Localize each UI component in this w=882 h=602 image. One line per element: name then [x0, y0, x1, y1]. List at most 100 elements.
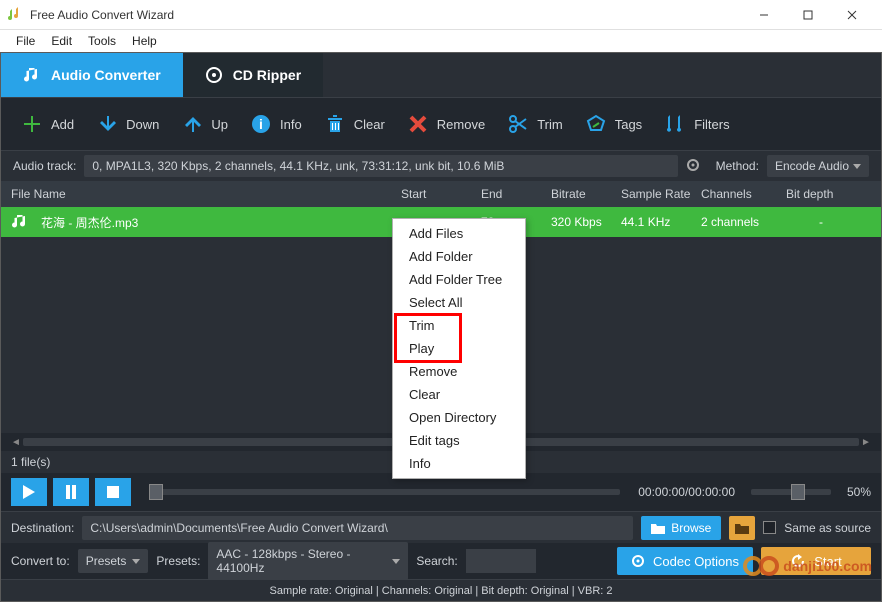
cell-bit-depth: -: [786, 215, 856, 229]
convert-to-dropdown[interactable]: Presets: [78, 549, 149, 573]
volume-percent: 50%: [837, 485, 871, 499]
col-end[interactable]: End: [481, 187, 551, 201]
ctx-clear[interactable]: Clear: [393, 383, 525, 406]
open-folder-button[interactable]: [729, 516, 755, 540]
cell-sample-rate: 44.1 KHz: [621, 215, 701, 229]
chevron-down-icon: [392, 559, 400, 564]
destination-label: Destination:: [11, 521, 74, 535]
same-as-source-checkbox[interactable]: [763, 521, 776, 534]
music-note-icon: [23, 66, 41, 84]
dd-value: Presets: [86, 554, 127, 568]
same-as-source-label: Same as source: [784, 521, 871, 535]
search-input[interactable]: [466, 549, 536, 573]
ctx-add-files[interactable]: Add Files: [393, 222, 525, 245]
tbtn-label: Up: [211, 117, 228, 132]
context-menu: Add Files Add Folder Add Folder Tree Sel…: [392, 218, 526, 479]
maximize-button[interactable]: [786, 1, 830, 29]
info-icon: i: [250, 113, 272, 135]
plus-icon: [21, 113, 43, 135]
stop-button[interactable]: [95, 478, 131, 506]
arrow-up-icon: [181, 113, 203, 135]
music-file-icon: [11, 213, 29, 231]
arrow-down-icon: [96, 113, 118, 135]
scroll-right-icon[interactable]: ►: [859, 437, 873, 448]
folder-open-icon: [735, 522, 749, 534]
volume-slider[interactable]: [751, 489, 831, 495]
time-display: 00:00:00/00:00:00: [638, 485, 735, 499]
tags-button[interactable]: Tags: [585, 113, 642, 135]
convert-to-label: Convert to:: [11, 554, 70, 568]
status-bar: Sample rate: Original | Channels: Origin…: [1, 579, 881, 601]
close-button[interactable]: [830, 1, 874, 29]
tbtn-label: Add: [51, 117, 74, 132]
audio-track-dropdown[interactable]: 0, MPA1L3, 320 Kbps, 2 channels, 44.1 KH…: [84, 155, 677, 177]
codec-options-button[interactable]: Codec Options: [617, 547, 753, 575]
trim-button[interactable]: Trim: [507, 113, 563, 135]
tbtn-label: Remove: [437, 117, 485, 132]
cd-icon: [205, 66, 223, 84]
minimize-button[interactable]: [742, 1, 786, 29]
info-button[interactable]: i Info: [250, 113, 302, 135]
menu-file[interactable]: File: [8, 32, 43, 50]
add-button[interactable]: Add: [21, 113, 74, 135]
seek-thumb[interactable]: [149, 484, 163, 500]
ctx-add-folder[interactable]: Add Folder: [393, 245, 525, 268]
tab-label: CD Ripper: [233, 67, 301, 83]
tab-audio-converter[interactable]: Audio Converter: [1, 53, 183, 97]
menu-tools[interactable]: Tools: [80, 32, 124, 50]
volume-thumb[interactable]: [791, 484, 805, 500]
search-label: Search:: [416, 554, 457, 568]
ctx-select-all[interactable]: Select All: [393, 291, 525, 314]
destination-path[interactable]: C:\Users\admin\Documents\Free Audio Conv…: [82, 516, 633, 540]
ctx-info[interactable]: Info: [393, 452, 525, 475]
gear-icon[interactable]: [686, 158, 700, 175]
tag-icon: [585, 113, 607, 135]
app-logo-icon: [8, 7, 24, 23]
preset-dropdown[interactable]: AAC - 128kbps - Stereo - 44100Hz: [208, 542, 408, 580]
tab-cd-ripper[interactable]: CD Ripper: [183, 53, 323, 97]
seek-slider[interactable]: [149, 489, 620, 495]
refresh-icon: [790, 553, 806, 569]
ctx-play[interactable]: Play: [393, 337, 525, 360]
tab-label: Audio Converter: [51, 67, 161, 83]
x-icon: [407, 113, 429, 135]
col-sample-rate[interactable]: Sample Rate: [621, 187, 701, 201]
audio-track-value: 0, MPA1L3, 320 Kbps, 2 channels, 44.1 KH…: [92, 159, 504, 173]
tbtn-label: Info: [280, 117, 302, 132]
ctx-trim[interactable]: Trim: [393, 314, 525, 337]
up-button[interactable]: Up: [181, 113, 228, 135]
col-bit-depth[interactable]: Bit depth: [786, 187, 856, 201]
pause-button[interactable]: [53, 478, 89, 506]
down-button[interactable]: Down: [96, 113, 159, 135]
method-dropdown[interactable]: Encode Audio: [767, 155, 869, 177]
window-title: Free Audio Convert Wizard: [30, 8, 742, 22]
tbtn-label: Tags: [615, 117, 642, 132]
col-bitrate[interactable]: Bitrate: [551, 187, 621, 201]
browse-label: Browse: [671, 521, 711, 535]
method-label: Method:: [716, 159, 759, 173]
menu-help[interactable]: Help: [124, 32, 165, 50]
gear-icon: [631, 554, 645, 568]
col-channels[interactable]: Channels: [701, 187, 786, 201]
tbtn-label: Trim: [537, 117, 563, 132]
ctx-edit-tags[interactable]: Edit tags: [393, 429, 525, 452]
clear-button[interactable]: Clear: [324, 113, 385, 135]
ctx-add-folder-tree[interactable]: Add Folder Tree: [393, 268, 525, 291]
start-button[interactable]: Start: [761, 547, 871, 575]
method-value: Encode Audio: [775, 159, 849, 173]
col-start[interactable]: Start: [401, 187, 481, 201]
menu-edit[interactable]: Edit: [43, 32, 80, 50]
filters-button[interactable]: Filters: [664, 113, 729, 135]
play-button[interactable]: [11, 478, 47, 506]
tbtn-label: Clear: [354, 117, 385, 132]
browse-button[interactable]: Browse: [641, 516, 721, 540]
remove-button[interactable]: Remove: [407, 113, 485, 135]
tbtn-label: Down: [126, 117, 159, 132]
ctx-open-directory[interactable]: Open Directory: [393, 406, 525, 429]
tbtn-label: Filters: [694, 117, 729, 132]
audio-track-row: Audio track: 0, MPA1L3, 320 Kbps, 2 chan…: [1, 151, 881, 181]
col-file-name[interactable]: File Name: [11, 187, 401, 201]
folder-icon: [651, 522, 665, 534]
scroll-left-icon[interactable]: ◄: [9, 437, 23, 448]
ctx-remove[interactable]: Remove: [393, 360, 525, 383]
